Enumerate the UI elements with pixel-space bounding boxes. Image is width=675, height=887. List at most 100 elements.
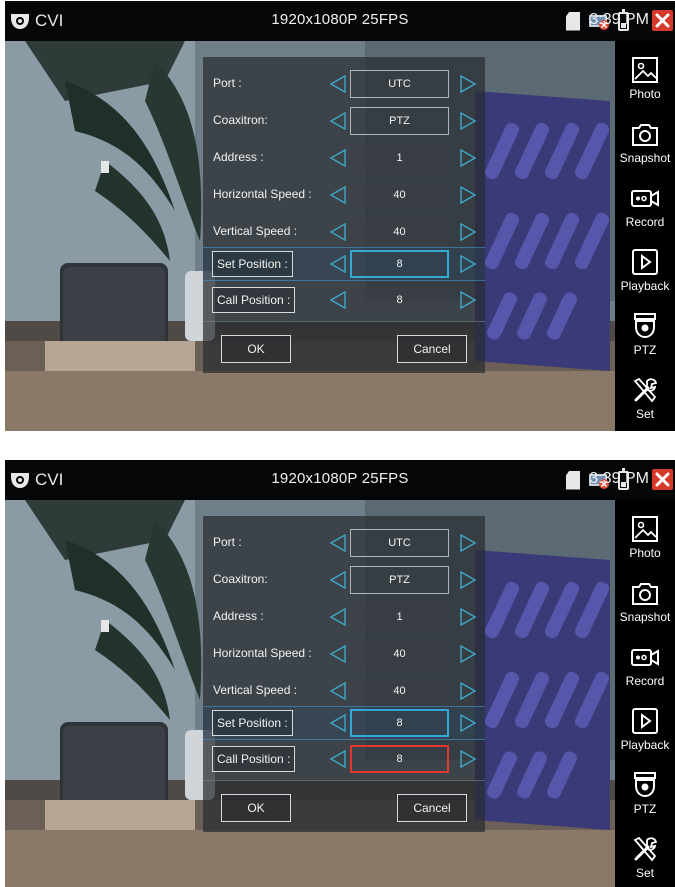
horizontal-speed-prev-button[interactable]	[328, 185, 348, 205]
port-prev-button[interactable]	[328, 533, 348, 553]
horizontal-speed-next-button[interactable]	[458, 644, 478, 664]
vertical-speed-value[interactable]: 40	[350, 218, 449, 246]
arrow-left-icon	[329, 533, 346, 553]
call-position-button[interactable]: Call Position :	[212, 746, 296, 772]
set-position-prev-button[interactable]	[328, 713, 348, 733]
call-position-value[interactable]: 8	[350, 745, 449, 773]
arrow-right-icon	[460, 148, 477, 168]
sd-card-icon	[566, 470, 580, 490]
port-value[interactable]: UTC	[350, 70, 449, 98]
ok-button[interactable]: OK	[221, 794, 291, 822]
set-position-value[interactable]: 8	[350, 709, 449, 737]
record-button[interactable]: Record	[615, 636, 675, 700]
coaxitron-prev-button[interactable]	[328, 111, 348, 131]
horizontal-speed-label: Horizontal Speed :	[213, 646, 312, 660]
close-button[interactable]	[652, 10, 673, 31]
photo-icon	[632, 516, 658, 542]
arrow-right-icon	[460, 607, 477, 627]
set-position-button[interactable]: Set Position :	[212, 251, 293, 277]
call-position-prev-button[interactable]	[328, 290, 348, 310]
arrow-left-icon	[329, 74, 346, 94]
set-position-next-button[interactable]	[458, 254, 478, 274]
device-screen-2: CVI 1920x1080P 25FPS 3:39 PM Photo Snaps…	[5, 460, 675, 887]
vertical-speed-label: Vertical Speed :	[213, 683, 298, 697]
arrow-right-icon	[460, 570, 477, 590]
set-position-value[interactable]: 8	[350, 250, 449, 278]
vertical-speed-value[interactable]: 40	[350, 677, 449, 705]
coaxitron-value[interactable]: PTZ	[350, 107, 449, 135]
dome-camera-icon	[634, 313, 656, 339]
address-prev-button[interactable]	[328, 607, 348, 627]
coaxitron-next-button[interactable]	[458, 111, 478, 131]
port-value[interactable]: UTC	[350, 529, 449, 557]
address-next-button[interactable]	[458, 148, 478, 168]
vertical-speed-prev-button[interactable]	[328, 681, 348, 701]
photo-label: Photo	[629, 87, 661, 101]
cancel-button[interactable]: Cancel	[397, 794, 467, 822]
port-next-button[interactable]	[458, 74, 478, 94]
arrow-right-icon	[460, 74, 477, 94]
set-button[interactable]: Set	[615, 369, 675, 431]
horizontal-speed-prev-button[interactable]	[328, 644, 348, 664]
playback-label: Playback	[620, 738, 670, 752]
horizontal-speed-value[interactable]: 40	[350, 181, 449, 209]
port-prev-button[interactable]	[328, 74, 348, 94]
record-button[interactable]: Record	[615, 177, 675, 241]
close-button[interactable]	[652, 469, 673, 490]
set-position-prev-button[interactable]	[328, 254, 348, 274]
vertical-speed-row: Vertical Speed : 40	[203, 674, 485, 708]
address-value[interactable]: 1	[350, 144, 449, 172]
horizontal-speed-next-button[interactable]	[458, 185, 478, 205]
vertical-speed-next-button[interactable]	[458, 222, 478, 242]
arrow-left-icon	[329, 185, 346, 205]
port-next-button[interactable]	[458, 533, 478, 553]
port-row: Port : UTC	[203, 67, 485, 101]
video-record-icon	[631, 649, 659, 666]
ok-button[interactable]: OK	[221, 335, 291, 363]
sd-card-icon	[566, 11, 580, 31]
ptz-button[interactable]: PTZ	[615, 305, 675, 369]
call-position-prev-button[interactable]	[328, 749, 348, 769]
arrow-right-icon	[460, 290, 477, 310]
ptz-button[interactable]: PTZ	[615, 764, 675, 828]
call-position-row: Call Position : 8	[203, 742, 485, 776]
snapshot-button[interactable]: Snapshot	[615, 572, 675, 636]
call-position-next-button[interactable]	[458, 290, 478, 310]
horizontal-speed-row: Horizontal Speed : 40	[203, 637, 485, 671]
arrow-left-icon	[329, 111, 346, 131]
vertical-speed-prev-button[interactable]	[328, 222, 348, 242]
playback-button[interactable]: Playback	[615, 700, 675, 764]
call-position-value[interactable]: 8	[350, 286, 449, 314]
photo-button[interactable]: Photo	[615, 49, 675, 113]
set-button[interactable]: Set	[615, 828, 675, 887]
arrow-left-icon	[329, 254, 346, 274]
coaxitron-next-button[interactable]	[458, 570, 478, 590]
call-position-next-button[interactable]	[458, 749, 478, 769]
address-prev-button[interactable]	[328, 148, 348, 168]
coaxitron-value[interactable]: PTZ	[350, 566, 449, 594]
dialog-divider	[203, 321, 485, 322]
address-value[interactable]: 1	[350, 603, 449, 631]
ptz-settings-dialog: Port : UTC Coaxitron: PTZ Address : 1 Ho…	[203, 57, 485, 373]
photo-icon	[632, 57, 658, 83]
arrow-right-icon	[460, 254, 477, 274]
set-label: Set	[635, 407, 654, 421]
arrow-left-icon	[329, 290, 346, 310]
address-row: Address : 1	[203, 141, 485, 175]
arrow-left-icon	[329, 681, 346, 701]
horizontal-speed-value[interactable]: 40	[350, 640, 449, 668]
vertical-speed-next-button[interactable]	[458, 681, 478, 701]
set-position-next-button[interactable]	[458, 713, 478, 733]
coaxitron-prev-button[interactable]	[328, 570, 348, 590]
close-icon	[655, 472, 670, 487]
photo-label: Photo	[629, 546, 661, 560]
set-position-button[interactable]: Set Position :	[212, 710, 293, 736]
snapshot-button[interactable]: Snapshot	[615, 113, 675, 177]
coaxitron-row: Coaxitron: PTZ	[203, 104, 485, 138]
playback-button[interactable]: Playback	[615, 241, 675, 305]
photo-button[interactable]: Photo	[615, 508, 675, 572]
call-position-button[interactable]: Call Position :	[212, 287, 296, 313]
address-next-button[interactable]	[458, 607, 478, 627]
call-position-row: Call Position : 8	[203, 283, 485, 317]
cancel-button[interactable]: Cancel	[397, 335, 467, 363]
